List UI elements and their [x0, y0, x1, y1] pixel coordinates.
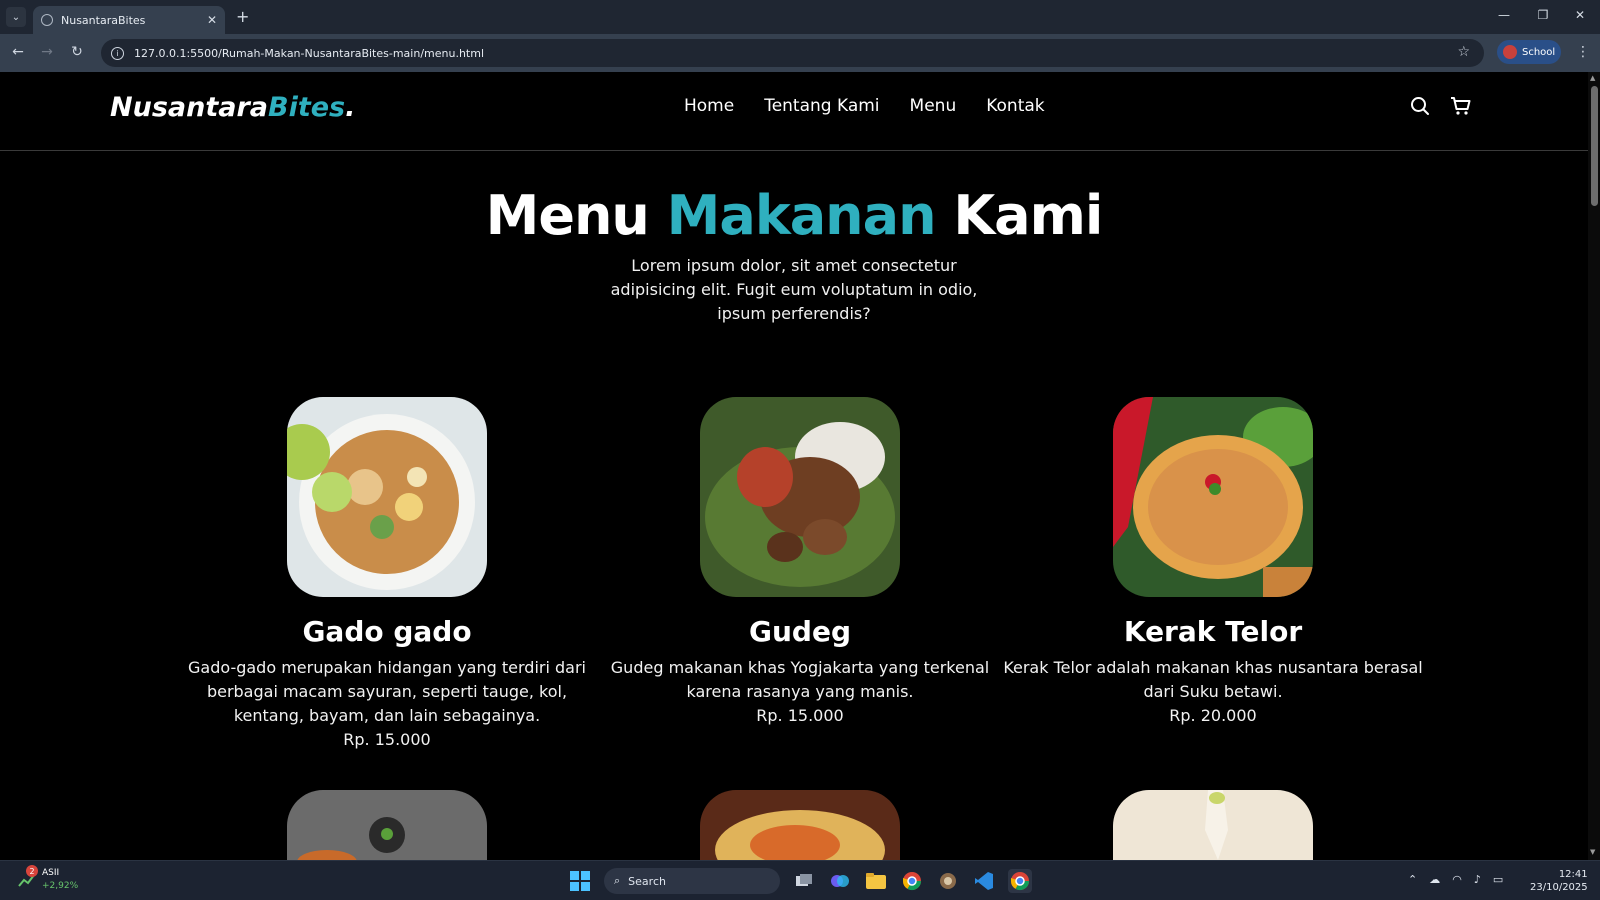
copilot-icon[interactable] [828, 869, 852, 893]
maximize-button[interactable]: ❐ [1533, 8, 1553, 22]
browser-menu-icon[interactable]: ⋮ [1576, 44, 1590, 60]
info-icon[interactable]: i [111, 46, 124, 60]
chrome-icon[interactable] [900, 869, 924, 893]
taskbar-apps: ⌕ Search [568, 868, 1032, 894]
nav-link-home[interactable]: Home [684, 96, 734, 116]
chrome-active-icon[interactable] [1008, 869, 1032, 893]
stock-widget[interactable]: 2 ASII +2,92% [18, 865, 79, 893]
menu-item-price: Rp. 20.000 [1169, 706, 1257, 725]
clock-time: 12:41 [1558, 869, 1588, 880]
menu-item-name: Gudeg [749, 615, 851, 648]
chevron-up-icon[interactable]: ⌃ [1408, 873, 1417, 886]
stock-change: +2,92% [42, 881, 79, 891]
window-close-button[interactable]: ✕ [1570, 8, 1590, 22]
menu-item-name: Kerak Telor [1123, 615, 1303, 648]
wifi-icon[interactable]: ◠ [1452, 873, 1462, 886]
tab-list-button[interactable]: ⌄ [6, 7, 26, 27]
cloud-off-icon[interactable]: ☁ [1429, 873, 1440, 886]
gado-gado-image [287, 397, 487, 597]
taskbar-search[interactable]: ⌕ Search [604, 868, 780, 894]
menu-item-price: Rp. 15.000 [756, 706, 844, 725]
menu-item-description: Kerak Telor adalah makanan khas nusantar… [1003, 658, 1423, 701]
gudeg-image [700, 397, 900, 597]
browser-toolbar: ← → ↻ i 127.0.0.1:5500/Rumah-Makan-Nusan… [0, 34, 1600, 72]
menu-item-image [287, 790, 487, 860]
vscode-icon[interactable] [972, 869, 996, 893]
browser-tab[interactable]: NusantaraBites ✕ [33, 6, 225, 34]
menu-item-image [1113, 790, 1313, 860]
bookmark-star-icon[interactable]: ☆ [1457, 44, 1470, 60]
tab-close-button[interactable]: ✕ [207, 13, 217, 27]
site-navbar: NusantaraBites. Home Tentang Kami Menu K… [0, 72, 1588, 151]
menu-item-image [700, 790, 900, 860]
profile-button[interactable]: School [1497, 40, 1561, 64]
address-bar[interactable]: i 127.0.0.1:5500/Rumah-Makan-NusantaraBi… [101, 39, 1484, 67]
globe-icon [41, 14, 53, 26]
url-text[interactable]: 127.0.0.1:5500/Rumah-Makan-NusantaraBite… [134, 47, 484, 60]
menu-item-description: Gudeg makanan khas Yogjakarta yang terke… [610, 658, 990, 701]
cart-icon[interactable] [1450, 96, 1472, 116]
nav-icons [1410, 96, 1472, 116]
forward-icon[interactable]: → [38, 44, 56, 60]
menu-card-kerak-telor: Kerak Telor Kerak Telor adalah makanan k… [1003, 397, 1423, 728]
nav-link-menu[interactable]: Menu [910, 96, 957, 116]
nav-link-tentang-kami[interactable]: Tentang Kami [764, 96, 879, 116]
reload-icon[interactable]: ↻ [68, 44, 86, 60]
scroll-down-icon[interactable]: ▼ [1590, 848, 1595, 856]
page-description: Lorem ipsum dolor, sit amet consectetur … [610, 256, 978, 323]
windows-start-icon[interactable] [568, 869, 592, 893]
nav-link-kontak[interactable]: Kontak [986, 96, 1044, 116]
menu-item-price: Rp. 15.000 [343, 730, 431, 749]
app-icon[interactable] [936, 869, 960, 893]
stock-name: ASII [42, 868, 60, 878]
clock-date: 23/10/2025 [1530, 882, 1588, 893]
site-logo[interactable]: NusantaraBites. [110, 92, 355, 123]
file-explorer-icon[interactable] [864, 869, 888, 893]
minimize-button[interactable]: — [1494, 8, 1514, 22]
stock-chart-icon: 2 [18, 865, 38, 889]
volume-icon[interactable]: ♪ [1474, 873, 1481, 886]
profile-label: School [1522, 46, 1556, 58]
kerak-telor-image [1113, 397, 1313, 597]
task-view-icon[interactable] [792, 869, 816, 893]
taskbar: 2 ASII +2,92% ⌕ Search ⌃ ☁ ◠ ♪ ▭ 12:41 2… [0, 860, 1600, 900]
page-scrollbar[interactable]: ▲ ▼ [1588, 72, 1600, 860]
battery-icon[interactable]: ▭ [1493, 873, 1503, 886]
system-tray: ⌃ ☁ ◠ ♪ ▭ [1408, 873, 1503, 886]
menu-card-gado-gado: Gado gado Gado-gado merupakan hidangan y… [177, 397, 597, 752]
avatar [1503, 45, 1517, 59]
tab-title: NusantaraBites [61, 13, 146, 27]
menu-item-name: Gado gado [302, 615, 472, 648]
search-icon[interactable] [1410, 96, 1430, 116]
menu-item-description: Gado-gado merupakan hidangan yang terdir… [188, 658, 586, 725]
scrollbar-thumb[interactable] [1591, 86, 1598, 206]
search-icon: ⌕ [614, 874, 621, 887]
browser-tabbar: ⌄ NusantaraBites ✕ + — ❐ ✕ [0, 0, 1600, 34]
nav-links: Home Tentang Kami Menu Kontak [684, 96, 1045, 116]
clock[interactable]: 12:41 23/10/2025 [1530, 868, 1588, 894]
page-title: Menu Makanan Kami [485, 184, 1104, 247]
search-placeholder: Search [628, 874, 666, 888]
page-viewport: NusantaraBites. Home Tentang Kami Menu K… [0, 72, 1588, 860]
back-icon[interactable]: ← [9, 44, 27, 60]
new-tab-button[interactable]: + [236, 7, 249, 26]
menu-card-gudeg: Gudeg Gudeg makanan khas Yogjakarta yang… [590, 397, 1010, 728]
scroll-up-icon[interactable]: ▲ [1590, 74, 1595, 82]
notification-badge: 2 [26, 865, 38, 877]
